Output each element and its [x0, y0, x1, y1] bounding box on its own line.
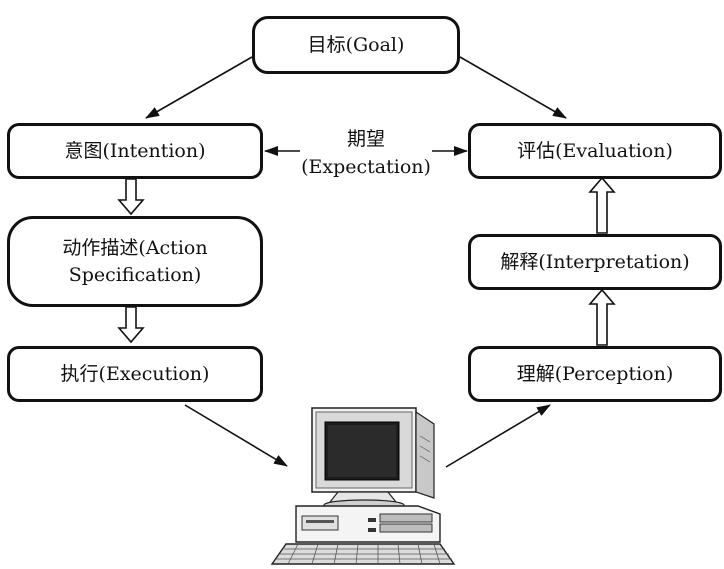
interpretation-node: 解释(Interpretation) [468, 234, 722, 290]
perception-label: 理解(Perception) [516, 362, 674, 385]
interpretation-label: 解释(Interpretation) [500, 250, 690, 273]
hollow-arrow-action-to-execution [117, 306, 145, 344]
perception-node: 理解(Perception) [468, 346, 722, 402]
expectation-label: 期望 (Expectation) [296, 125, 436, 181]
goal-label: 目标(Goal) [307, 33, 405, 56]
hollow-arrow-perception-to-interpretation [588, 288, 616, 346]
evaluation-label: 评估(Evaluation) [517, 139, 673, 162]
intention-node: 意图(Intention) [7, 123, 263, 179]
expectation-line2: (Expectation) [301, 156, 431, 178]
intention-label: 意图(Intention) [64, 139, 206, 162]
diagram: 目标(Goal) 意图(Intention) 动作描述(Action Speci… [0, 0, 724, 569]
evaluation-node: 评估(Evaluation) [468, 123, 722, 179]
arrow-goal-to-intention [145, 56, 253, 119]
hollow-arrow-interpretation-to-evaluation [588, 176, 616, 234]
expectation-line1: 期望 [346, 128, 385, 150]
computer-icon [270, 407, 456, 565]
action-label-line1: 动作描述(Action [62, 236, 208, 259]
action-label-line2: Specification) [68, 263, 202, 286]
action-specification-node: 动作描述(Action Specification) [7, 216, 263, 307]
execution-node: 执行(Execution) [7, 346, 263, 402]
goal-node: 目标(Goal) [252, 16, 460, 74]
arrow-goal-to-evaluation [459, 56, 567, 119]
hollow-arrow-intention-to-action [117, 178, 145, 216]
execution-label: 执行(Execution) [60, 362, 210, 385]
